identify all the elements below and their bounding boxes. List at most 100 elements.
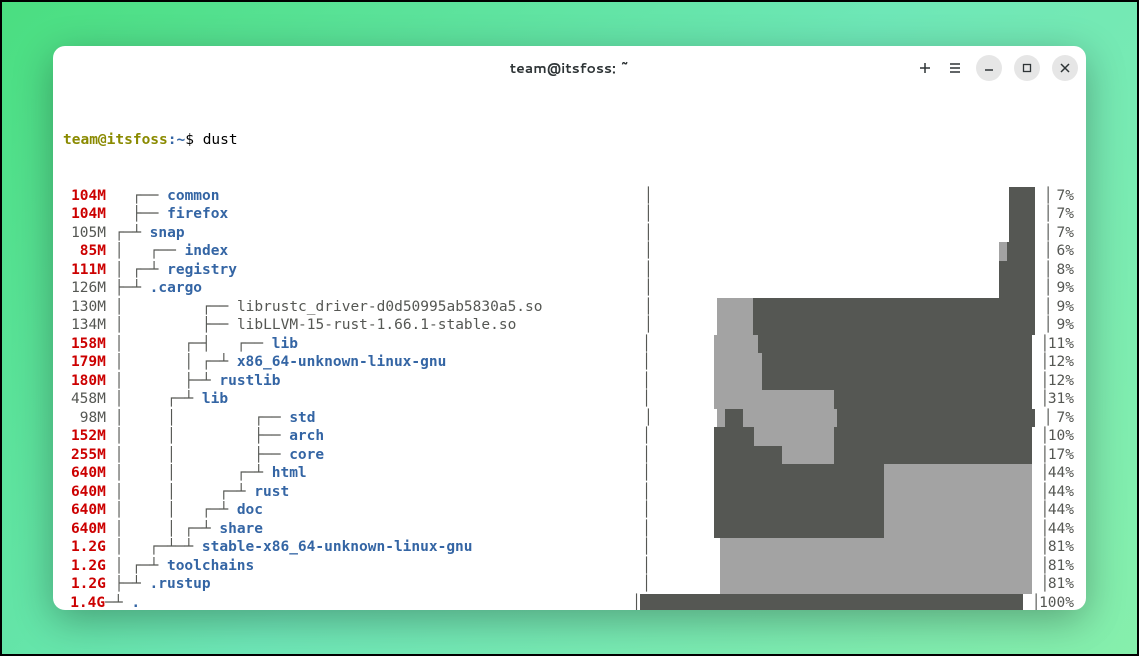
separator: │	[1035, 187, 1051, 206]
entry-name: .cargo	[150, 280, 202, 296]
tree-col: ┌─┴ snap	[106, 224, 644, 243]
separator: │	[642, 446, 650, 465]
output-row: 98M │ │ ┌── std│ │7%	[63, 409, 1076, 428]
separator: │	[1032, 520, 1048, 539]
entry-name: toolchains	[167, 558, 254, 574]
percentage-value: 44%	[1048, 464, 1076, 483]
size-value: 104M	[63, 187, 106, 206]
output-row: 152M │ │ ├── arch│ │10%	[63, 427, 1076, 446]
bar-segment	[837, 409, 1035, 428]
tree-col: │ ┌─┴ toolchains	[106, 557, 642, 576]
tree-col: ├── firefox	[106, 205, 644, 224]
tree-col: ─┴ .	[105, 594, 632, 611]
tree-col: │ │ ┌─┴ x86_64-unknown-linux-gnu	[106, 353, 642, 372]
separator: │	[1032, 464, 1048, 483]
bar-segment	[834, 427, 1032, 446]
size-value: 640M	[63, 483, 106, 502]
size-value: 134M	[63, 316, 106, 335]
percentage-value: 12%	[1048, 353, 1076, 372]
tree-col: │ ┌── librustc_driver-d0d50995ab5830a5.s…	[106, 298, 644, 317]
tree-col: │ ┌── index	[106, 242, 644, 261]
percentage-value: 44%	[1048, 483, 1076, 502]
bar-segment	[754, 427, 834, 446]
percentage-value: 9%	[1051, 316, 1076, 335]
bar-segment	[714, 390, 834, 409]
size-value: 111M	[63, 261, 106, 280]
bar-chart	[650, 501, 1032, 520]
new-tab-button[interactable]	[916, 59, 934, 77]
entry-name: std	[289, 410, 315, 426]
separator: │	[1035, 205, 1051, 224]
bar-chart	[650, 538, 1032, 557]
bar-segment	[1009, 187, 1035, 206]
separator: │	[644, 242, 652, 261]
tree-col: │ ┌─┴ lib	[106, 390, 642, 409]
percentage-value: 9%	[1051, 298, 1076, 317]
separator: │	[642, 483, 650, 502]
prompt-symbol: $	[185, 131, 202, 150]
bar-segment	[999, 242, 1007, 261]
close-button[interactable]	[1052, 55, 1078, 81]
bar-chart	[650, 427, 1032, 446]
entry-name: firefox	[167, 206, 228, 222]
percentage-value: 8%	[1051, 261, 1076, 280]
tree-col: │ │ ┌─┴ rust	[106, 483, 642, 502]
bar-chart	[652, 261, 1035, 280]
output-row: 158M │ ┌─┤ ┌── lib│ │11%	[63, 335, 1076, 354]
percentage-value: 44%	[1048, 520, 1076, 539]
separator: │	[642, 520, 650, 539]
terminal-body[interactable]: team@itsfoss:~$ dust 104M ┌── common│ │7…	[53, 90, 1086, 610]
window-controls	[916, 55, 1078, 81]
bar-segment	[743, 409, 837, 428]
bar-segment	[1009, 205, 1035, 224]
separator: │	[1035, 224, 1051, 243]
entry-name: lib	[272, 336, 298, 352]
percentage-value: 7%	[1051, 187, 1076, 206]
bar-chart	[652, 279, 1035, 298]
bar-segment	[717, 316, 753, 335]
entry-name: x86_64-unknown-linux-gnu	[237, 354, 447, 370]
tree-branch: │ ┌─┴	[106, 262, 167, 278]
bar-segment	[999, 279, 1035, 298]
prompt-command: dust	[203, 131, 238, 150]
bar-chart	[652, 298, 1035, 317]
separator: │	[644, 316, 652, 335]
output-row: 130M │ ┌── librustc_driver-d0d50995ab583…	[63, 298, 1076, 317]
bar-segment	[884, 483, 1032, 502]
bar-chart	[652, 187, 1035, 206]
bar-segment	[720, 557, 1032, 576]
size-value: 1.2G	[63, 575, 106, 594]
bar-chart	[650, 446, 1032, 465]
separator: │	[1035, 261, 1051, 280]
maximize-button[interactable]	[1014, 55, 1040, 81]
output-row: 255M │ │ ├── core│ │17%	[63, 446, 1076, 465]
entry-name: index	[185, 243, 229, 259]
entry-name: .	[131, 595, 140, 611]
tree-branch: │ │ ┌─┴	[106, 521, 220, 537]
output-row: 104M ├── firefox│ │7%	[63, 205, 1076, 224]
percentage-value: 7%	[1051, 224, 1076, 243]
separator: │	[642, 372, 650, 391]
bar-chart	[650, 335, 1032, 354]
tree-col: │ │ ├── arch	[106, 427, 642, 446]
hamburger-menu-button[interactable]	[946, 59, 964, 77]
bar-segment	[714, 464, 884, 483]
output-row: 1.2G │ ┌─┴─┴ stable-x86_64-unknown-linux…	[63, 538, 1076, 557]
entry-name: lib	[202, 391, 228, 407]
tree-col: ┌── common	[106, 187, 644, 206]
separator: │	[644, 279, 652, 298]
entry-name: .rustup	[150, 576, 211, 592]
separator: │	[644, 261, 652, 280]
bar-segment	[1007, 242, 1035, 261]
size-value: 640M	[63, 501, 106, 520]
output-row: 640M │ │ ┌─┴ doc│ │44%	[63, 501, 1076, 520]
bar-segment	[714, 427, 754, 446]
entry-name: stable-x86_64-unknown-linux-gnu	[202, 539, 473, 555]
size-value: 98M	[63, 409, 106, 428]
minimize-button[interactable]	[976, 55, 1002, 81]
output-row: 85M │ ┌── index│ │6%	[63, 242, 1076, 261]
separator: │	[1035, 242, 1051, 261]
bar-segment	[762, 372, 1032, 391]
separator: │	[1032, 446, 1048, 465]
window-title: team@itsfoss: ~	[510, 58, 630, 78]
